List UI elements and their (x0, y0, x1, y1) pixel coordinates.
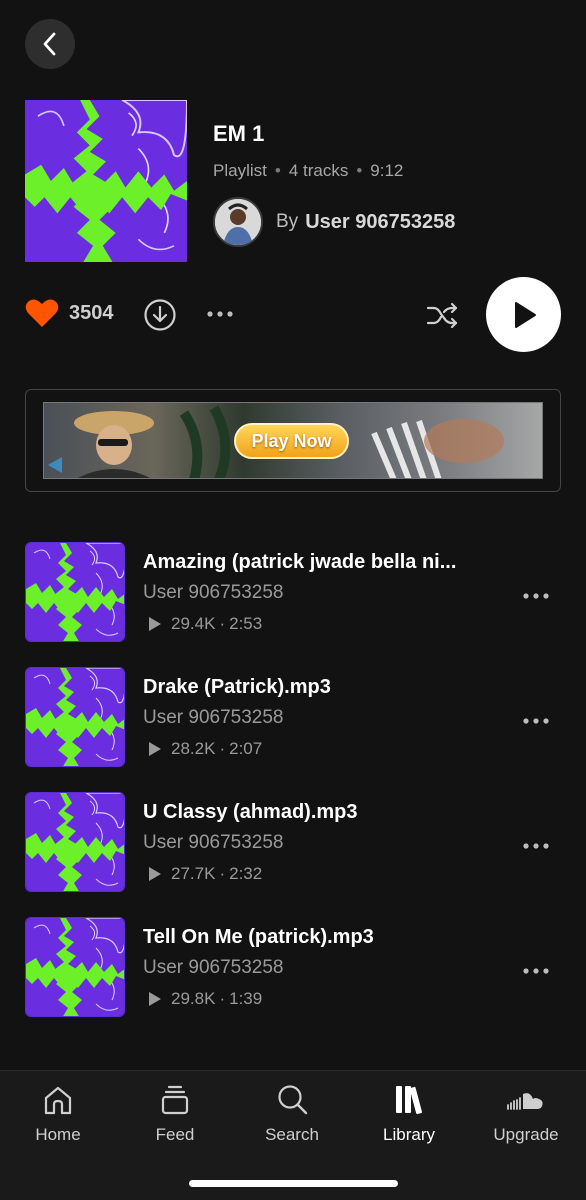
shuffle-button[interactable] (425, 298, 459, 337)
library-icon (396, 1086, 423, 1115)
owner-by-label: By (276, 211, 299, 232)
stats-separator: · (219, 989, 226, 1008)
track-artist: User 906753258 (143, 957, 284, 978)
meta-separator: • (356, 161, 363, 180)
track-more-button[interactable] (523, 711, 549, 729)
home-indicator[interactable] (189, 1180, 398, 1187)
shuffle-icon (426, 302, 458, 329)
more-icon (523, 718, 549, 724)
track-artwork (25, 917, 125, 1017)
nav-library[interactable]: Library (359, 1083, 459, 1145)
play-count-icon (149, 742, 161, 756)
play-icon (514, 301, 536, 328)
play-count-icon (149, 992, 161, 1006)
ad-banner[interactable]: Play Now (43, 402, 543, 479)
track-plays: 29.4K (171, 614, 216, 633)
more-icon (523, 968, 549, 974)
track-stats: 27.7K · 2:32 (143, 864, 262, 884)
track-plays: 29.8K (171, 989, 216, 1008)
playlist-duration: 9:12 (370, 161, 404, 180)
more-icon (523, 843, 549, 849)
track-duration: 2:53 (229, 614, 263, 633)
nav-label: Home (35, 1125, 81, 1144)
playlist-actions: 3504 (25, 277, 561, 352)
nav-label: Feed (155, 1125, 195, 1144)
more-icon (523, 593, 549, 599)
nav-feed[interactable]: Feed (125, 1083, 225, 1145)
nav-label: Upgrade (493, 1125, 559, 1144)
nav-search[interactable]: Search (242, 1083, 342, 1145)
stats-separator: · (219, 614, 226, 633)
playlist-cover-art (25, 100, 187, 262)
more-options-button[interactable] (207, 304, 233, 322)
nav-home[interactable]: Home (8, 1083, 108, 1145)
more-icon (207, 311, 233, 317)
track-stats: 29.4K · 2:53 (143, 614, 262, 634)
track-artwork (25, 542, 125, 642)
track-stats: 28.2K · 2:07 (143, 739, 262, 759)
track-row[interactable]: Drake (Patrick).mp3 User 906753258 28.2K… (25, 667, 561, 767)
track-row[interactable]: U Classy (ahmad).mp3 User 906753258 27.7… (25, 792, 561, 892)
ad-container: Play Now (25, 389, 561, 492)
track-artist: User 906753258 (143, 832, 284, 853)
playlist-track-count: 4 tracks (288, 161, 349, 180)
feed-icon (161, 1085, 189, 1115)
track-more-button[interactable] (523, 961, 549, 979)
playlist-meta: Playlist • 4 tracks • 9:12 (213, 161, 403, 181)
track-row[interactable]: Tell On Me (patrick).mp3 User 906753258 … (25, 917, 561, 1017)
playlist-screen: EM 1 Playlist • 4 tracks • 9:12 By User … (0, 0, 586, 1200)
playlist-type: Playlist (213, 161, 267, 180)
soundcloud-icon (507, 1093, 543, 1110)
download-icon (144, 299, 176, 331)
ad-play-now-button[interactable]: Play Now (234, 423, 349, 459)
track-artwork (25, 792, 125, 892)
like-count: 3504 (69, 301, 114, 324)
stats-separator: · (219, 864, 226, 883)
download-button[interactable] (143, 298, 177, 337)
stats-separator: · (219, 739, 226, 758)
playlist-owner[interactable]: By User 906753258 (213, 197, 455, 247)
track-title: U Classy (ahmad).mp3 (143, 801, 358, 823)
track-plays: 28.2K (171, 739, 216, 758)
search-icon (278, 1085, 308, 1115)
nav-label: Search (265, 1125, 319, 1144)
track-duration: 1:39 (229, 989, 263, 1008)
home-icon (44, 1086, 72, 1115)
track-title: Drake (Patrick).mp3 (143, 676, 331, 698)
track-artist: User 906753258 (143, 582, 284, 603)
track-stats: 29.8K · 1:39 (143, 989, 262, 1009)
play-count-icon (149, 867, 161, 881)
track-title: Tell On Me (patrick).mp3 (143, 926, 374, 948)
track-artist: User 906753258 (143, 707, 284, 728)
track-title: Amazing (patrick jwade bella ni... (143, 551, 457, 573)
track-more-button[interactable] (523, 836, 549, 854)
chevron-left-icon (43, 32, 56, 56)
meta-separator: • (274, 161, 281, 180)
owner-name[interactable]: User 906753258 (305, 211, 455, 234)
track-artwork (25, 667, 125, 767)
like-button[interactable]: 3504 (25, 298, 114, 328)
playlist-title: EM 1 (213, 121, 265, 146)
back-button[interactable] (25, 19, 75, 69)
nav-label: Library (383, 1125, 435, 1144)
track-duration: 2:07 (229, 739, 263, 758)
track-row[interactable]: Amazing (patrick jwade bella ni... User … (25, 542, 561, 642)
heart-icon (25, 299, 59, 327)
track-duration: 2:32 (229, 864, 263, 883)
play-count-icon (149, 617, 161, 631)
track-more-button[interactable] (523, 586, 549, 604)
track-plays: 27.7K (171, 864, 216, 883)
play-button[interactable] (486, 277, 561, 352)
avatar[interactable] (213, 197, 263, 247)
nav-upgrade[interactable]: Upgrade (476, 1083, 576, 1145)
